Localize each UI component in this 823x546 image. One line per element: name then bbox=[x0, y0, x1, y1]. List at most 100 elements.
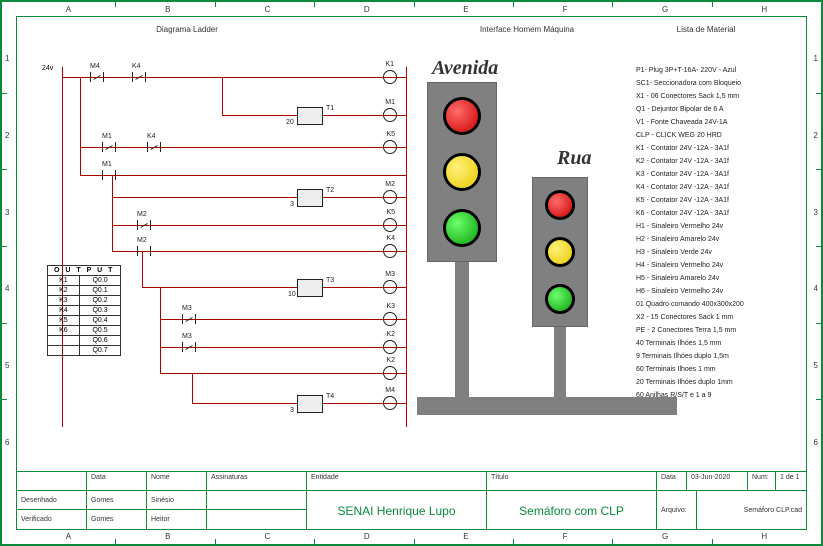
timer-t1 bbox=[297, 107, 323, 125]
io-row: K4Q0.3 bbox=[48, 306, 121, 316]
coil-m1 bbox=[383, 108, 397, 122]
lbl-k5b: K5 bbox=[386, 209, 395, 216]
coil-k5b bbox=[383, 218, 397, 232]
avenida-red bbox=[443, 97, 481, 135]
data2-val: 03-Jun-2020 bbox=[687, 472, 748, 490]
lbl-m1b: M1 bbox=[102, 133, 112, 140]
io-row: K2Q0.1 bbox=[48, 286, 121, 296]
lbl-t2p: 3 bbox=[290, 201, 294, 208]
material-item: 40 Terminais Ilhóes 1,5 mm bbox=[636, 340, 786, 347]
io-row: K3Q0.2 bbox=[48, 296, 121, 306]
avenida-pole bbox=[455, 262, 469, 412]
rua-red bbox=[545, 190, 575, 220]
lbl-m3b: M3 bbox=[182, 333, 192, 340]
coil-k5 bbox=[383, 140, 397, 154]
lbl-k1: K1 bbox=[385, 61, 394, 68]
material-item: P1- Plug 3P+T-16A- 220V - Azul bbox=[636, 67, 786, 74]
grid-row-2: 2 bbox=[5, 131, 9, 140]
material-item: H3 - Sinaleiro Verde 24v bbox=[636, 249, 786, 256]
vw3b bbox=[192, 373, 193, 403]
grid-row-5: 5 bbox=[5, 361, 9, 370]
lbl-m3a: M3 bbox=[182, 305, 192, 312]
material-list: P1- Plug 3P+T-16A- 220V - AzulSC1- Secci… bbox=[636, 67, 786, 405]
lbl-t3p: 10 bbox=[288, 291, 296, 298]
material-item: K6 - Contator 24V -12A - 3A1f bbox=[636, 210, 786, 217]
timer-t2 bbox=[297, 189, 323, 207]
grid-row-4: 4 bbox=[5, 284, 9, 293]
rung-8 bbox=[160, 347, 407, 348]
material-item: K2 - Contator 24V -12A - 3A1f bbox=[636, 158, 786, 165]
titulo-lbl: Título bbox=[487, 472, 656, 491]
rung-4 bbox=[112, 225, 407, 226]
grid-col-A: A bbox=[66, 5, 71, 14]
num-val: 1 de 1 bbox=[776, 472, 806, 490]
inner-frame: Diagrama Ladder Interface Homem Máquina … bbox=[16, 16, 807, 530]
coil-k1 bbox=[383, 70, 397, 84]
rua-yellow bbox=[545, 237, 575, 267]
avenida-yellow bbox=[443, 153, 481, 191]
grid-row-5: 5 bbox=[814, 361, 818, 370]
contact-k4a bbox=[132, 72, 146, 82]
grid-col-G: G bbox=[662, 5, 668, 14]
arquivo-lbl: Arquivo: bbox=[657, 491, 697, 530]
contact-m2a bbox=[137, 220, 151, 230]
rua-pole bbox=[554, 327, 566, 412]
material-item: K3 - Contator 24V -12A - 3A1f bbox=[636, 171, 786, 178]
titulo-val: Semáforo com CLP bbox=[487, 491, 656, 530]
grid-col-D: D bbox=[364, 5, 370, 14]
ladder-diagram: 24v M4 K4 bbox=[42, 67, 407, 427]
data-lbl: Data bbox=[87, 472, 146, 491]
timer-t4 bbox=[297, 395, 323, 413]
coil-k3 bbox=[383, 312, 397, 326]
material-item: K5 - Contator 24V -12A - 3A1f bbox=[636, 197, 786, 204]
io-row: Q0.6 bbox=[48, 336, 121, 346]
rung-2 bbox=[80, 147, 407, 148]
drawing-sheet: Diagrama Ladder Interface Homem Máquina … bbox=[0, 0, 823, 546]
grid-col-F: F bbox=[563, 532, 568, 541]
material-item: 9 Terminais Ilhóes duplo 1,5m bbox=[636, 353, 786, 360]
grid-col-C: C bbox=[264, 5, 270, 14]
lbl-k5: K5 bbox=[386, 131, 395, 138]
rung-8b bbox=[160, 373, 407, 374]
grid-row-1: 1 bbox=[814, 54, 818, 63]
rung-2b bbox=[80, 175, 407, 176]
coil-k2 bbox=[383, 340, 397, 354]
lbl-k2b: K2 bbox=[386, 357, 395, 364]
contact-m4 bbox=[90, 72, 104, 82]
contact-k4b bbox=[147, 142, 161, 152]
grid-row-3: 3 bbox=[814, 208, 818, 217]
avenida-green bbox=[443, 209, 481, 247]
rung-6 bbox=[142, 287, 407, 288]
grid-col-H: H bbox=[761, 5, 767, 14]
material-item: H2 - Sinaleiro Amarelo 24v bbox=[636, 236, 786, 243]
material-item: H4 - Sinaleiro Vermelho 24v bbox=[636, 262, 786, 269]
material-item: H1 - Sinaleiro Vermelho 24v bbox=[636, 223, 786, 230]
entidade-lbl: Entidade bbox=[307, 472, 486, 491]
lbl-t4: T4 bbox=[326, 393, 334, 400]
material-item: 60 Anilhas R/S/T e 1 a 9 bbox=[636, 392, 786, 399]
lbl-k4a: K4 bbox=[132, 63, 141, 70]
lbl-m4: M4 bbox=[90, 63, 100, 70]
grid-col-G: G bbox=[662, 532, 668, 541]
material-item: X1 - 06 Conectores Sack 1,5 mm bbox=[636, 93, 786, 100]
timer-t3 bbox=[297, 279, 323, 297]
material-item: PE - 2 Conectores Terra 1,5 mm bbox=[636, 327, 786, 334]
ver-nome: Heitor bbox=[147, 510, 206, 529]
lbl-k4c: K4 bbox=[386, 235, 395, 242]
material-item: H6 - Sinaleiro Vermelho 24v bbox=[636, 288, 786, 295]
verificado-lbl: Verificado bbox=[17, 510, 86, 529]
grid-col-B: B bbox=[165, 5, 170, 14]
lbl-k4b: K4 bbox=[147, 133, 156, 140]
grid-row-6: 6 bbox=[5, 438, 9, 447]
lbl-k2: K2 bbox=[386, 331, 395, 338]
hmi-title: Interface Homem Máquina bbox=[457, 25, 597, 34]
material-item: K4 - Contator 24V -12A - 3A1f bbox=[636, 184, 786, 191]
material-item: K1 - Contator 24V -12A - 3A1f bbox=[636, 145, 786, 152]
vw4 bbox=[222, 77, 223, 115]
rung-1 bbox=[62, 77, 407, 78]
grid-col-B: B bbox=[165, 532, 170, 541]
lbl-m1c: M1 bbox=[102, 161, 112, 168]
arquivo-val: Semáforo CLP.cad bbox=[697, 491, 806, 530]
io-row: K1Q0.0 bbox=[48, 276, 121, 286]
supply-label: 24v bbox=[42, 65, 53, 72]
